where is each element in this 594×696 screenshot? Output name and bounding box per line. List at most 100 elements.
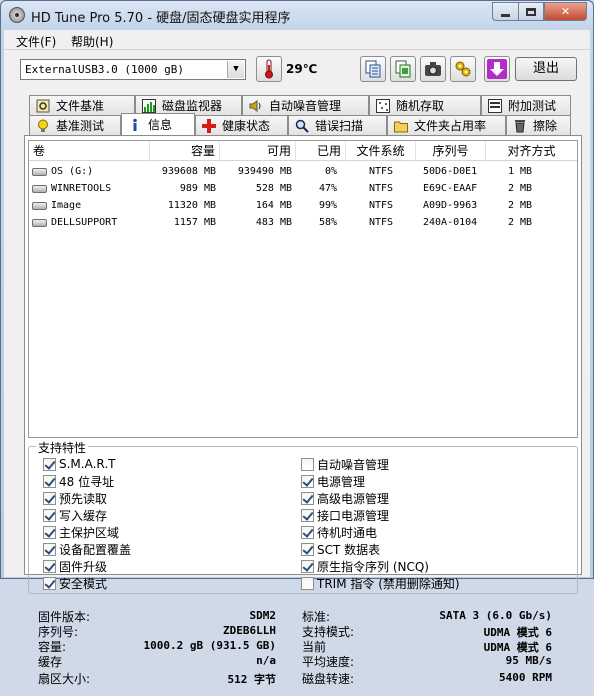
feature-dco[interactable]: 设备配置覆盖 <box>43 541 131 557</box>
column-header-filesystem[interactable]: 文件系统 <box>346 141 416 161</box>
feature-checkbox[interactable] <box>301 576 314 590</box>
tab-random-access[interactable]: 随机存取 <box>369 95 481 115</box>
volume-row[interactable]: Image 11320 MB 164 MB 99% NTFS A09D-9963… <box>29 198 577 215</box>
feature-write-cache[interactable]: 写入缓存 <box>43 507 107 523</box>
maximize-icon <box>526 7 536 16</box>
info-value-supported-mode: UDMA 模式 6 <box>483 626 552 639</box>
chevron-down-icon[interactable]: ▼ <box>227 61 244 78</box>
tab-label: 健康状态 <box>222 119 271 133</box>
speaker-icon <box>249 99 261 112</box>
tab-disk-monitor[interactable]: 磁盘监视器 <box>135 95 242 115</box>
minimize-button[interactable] <box>492 2 518 21</box>
feature-read-lookahead[interactable]: 预先读取 <box>43 490 107 506</box>
column-header-alignment[interactable]: 对齐方式 <box>486 141 577 161</box>
feature-checkbox[interactable] <box>43 474 56 488</box>
tab-label: 错误扫描 <box>315 119 364 133</box>
wrench-settings-icon <box>455 61 471 77</box>
tab-error-scan[interactable]: 错误扫描 <box>288 115 387 135</box>
feature-checkbox[interactable] <box>43 542 56 556</box>
feature-checkbox[interactable] <box>43 491 56 505</box>
options-button[interactable] <box>450 56 476 82</box>
feature-checkbox[interactable] <box>301 457 314 471</box>
info-value-average-speed: 95 MB/s <box>505 654 552 667</box>
feature-checkbox[interactable] <box>43 525 56 539</box>
feature-interface-power[interactable]: 接口电源管理 <box>301 507 389 523</box>
tab-folder-usage[interactable]: 文件夹占用率 <box>387 115 506 135</box>
tab-erase[interactable]: 擦除 <box>506 115 571 135</box>
volume-filesystem: NTFS <box>369 217 394 228</box>
feature-checkbox[interactable] <box>301 474 314 488</box>
feature-checkbox[interactable] <box>301 491 314 505</box>
feature-checkbox[interactable] <box>43 508 56 522</box>
column-header-free[interactable]: 可用 <box>220 141 296 161</box>
close-button[interactable]: ✕ <box>544 2 587 21</box>
drive-icon <box>32 202 47 210</box>
volume-capacity: 11320 MB <box>167 200 216 211</box>
feature-checkbox[interactable] <box>301 525 314 539</box>
feature-checkbox[interactable] <box>301 559 314 573</box>
volume-free: 483 MB <box>255 217 292 228</box>
volume-alignment: 2 MB <box>508 200 533 211</box>
screenshot-button[interactable] <box>420 56 446 82</box>
menu-help[interactable]: 帮助(H) <box>71 33 113 50</box>
tab-health[interactable]: 健康状态 <box>195 115 288 135</box>
copy-all-button[interactable] <box>390 56 416 82</box>
copy-all-icon <box>395 60 411 78</box>
temperature-button[interactable] <box>256 56 282 82</box>
feature-power-management[interactable]: 电源管理 <box>301 473 365 489</box>
feature-checkbox[interactable] <box>43 559 56 573</box>
feature-aam[interactable]: 自动噪音管理 <box>301 456 389 472</box>
tab-acoustic-management[interactable]: 自动噪音管理 <box>242 95 369 115</box>
save-download-button[interactable] <box>484 56 510 82</box>
tab-label: 附加测试 <box>508 99 557 113</box>
feature-firmware-upgrade[interactable]: 固件升级 <box>43 558 107 574</box>
feature-power-up-standby[interactable]: 待机时通电 <box>301 524 377 540</box>
feature-48bit[interactable]: 48 位寻址 <box>43 473 114 489</box>
feature-checkbox[interactable] <box>43 576 56 590</box>
volume-row[interactable]: DELLSUPPORT 1157 MB 483 MB 58% NTFS 240A… <box>29 215 577 232</box>
feature-checkbox[interactable] <box>301 508 314 522</box>
tab-file-benchmark[interactable]: 文件基准 <box>29 95 135 115</box>
volume-row[interactable]: WINRETOOLS 989 MB 528 MB 47% NTFS E69C-E… <box>29 181 577 198</box>
info-label-average-speed: 平均速度: <box>302 655 355 669</box>
feature-security-mode[interactable]: 安全模式 <box>43 575 107 591</box>
info-value-capacity: 1000.2 gB (931.5 GB) <box>143 639 276 652</box>
drive-icon <box>32 219 47 227</box>
feature-hpa[interactable]: 主保护区域 <box>43 524 119 540</box>
supported-features-group: 支持特性 S.M.A.R.T 48 位寻址 预先读取 写入缓存 主保护区域 设备… <box>28 439 578 594</box>
volume-alignment: 2 MB <box>508 217 533 228</box>
feature-checkbox[interactable] <box>301 542 314 556</box>
feature-trim[interactable]: TRIM 指令 (禁用删除通知) <box>301 575 460 591</box>
copy-button[interactable] <box>360 56 386 82</box>
tab-info[interactable]: 信息 <box>121 113 195 135</box>
folder-icon <box>394 121 408 132</box>
maximize-button[interactable] <box>518 2 544 21</box>
volume-used: 0% <box>324 166 337 177</box>
volume-list-header: 卷 容量 可用 已用 文件系统 序列号 对齐方式 <box>29 141 577 161</box>
column-header-volume[interactable]: 卷 <box>29 141 150 161</box>
column-header-serial[interactable]: 序列号 <box>416 141 486 161</box>
copy-icon <box>365 60 381 78</box>
tab-extra-tests[interactable]: 附加测试 <box>481 95 571 115</box>
feature-ncq[interactable]: 原生指令序列 (NCQ) <box>301 558 429 574</box>
volume-filesystem: NTFS <box>369 166 394 177</box>
feature-smart[interactable]: S.M.A.R.T <box>43 456 115 472</box>
column-header-capacity[interactable]: 容量 <box>150 141 220 161</box>
tabs-area: 文件基准 磁盘监视器 自动噪音管理 随机存取 附加测试 基准测试 信息 健康状态… <box>4 90 590 686</box>
feature-checkbox[interactable] <box>43 457 56 471</box>
volume-used: 47% <box>318 183 337 194</box>
volume-free: 528 MB <box>255 183 292 194</box>
feature-label: 待机时通电 <box>317 525 378 540</box>
volume-list[interactable]: 卷 容量 可用 已用 文件系统 序列号 对齐方式 OS (G:) 939608 … <box>28 140 578 438</box>
drive-select[interactable]: ExternalUSB3.0 (1000 gB) ▼ <box>20 59 246 80</box>
volume-row[interactable]: OS (G:) 939608 MB 939490 MB 0% NTFS 50D6… <box>29 164 577 181</box>
bulb-icon <box>38 119 48 132</box>
tab-benchmark[interactable]: 基准测试 <box>29 115 121 135</box>
feature-apm[interactable]: 高级电源管理 <box>301 490 389 506</box>
exit-button[interactable]: 退出 <box>515 57 577 81</box>
title-bar[interactable]: HD Tune Pro 5.70 - 硬盘/固态硬盘实用程序 ✕ <box>1 1 593 29</box>
menu-file[interactable]: 文件(F) <box>16 33 56 50</box>
feature-sct[interactable]: SCT 数据表 <box>301 541 380 557</box>
column-header-used[interactable]: 已用 <box>296 141 346 161</box>
volume-capacity: 1157 MB <box>173 217 216 228</box>
